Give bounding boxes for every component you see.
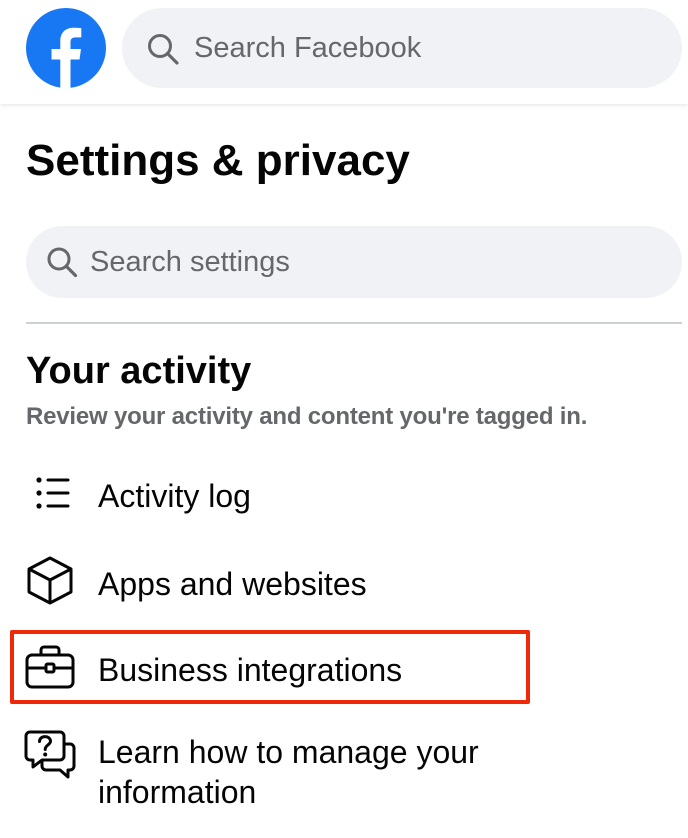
menu-item-label: Apps and websites (98, 566, 367, 602)
menu-item-learn-manage-information[interactable]: Learn how to manage your information (22, 728, 662, 814)
question-chat-icon (24, 730, 76, 779)
facebook-logo-icon[interactable] (26, 8, 106, 88)
search-icon (47, 247, 78, 278)
section-subtitle: Review your activity and content you're … (26, 403, 588, 430)
page-title: Settings & privacy (26, 136, 410, 185)
list-icon (36, 477, 70, 509)
menu-item-apps-and-websites[interactable]: Apps and websites (22, 554, 662, 610)
top-navigation-bar (0, 0, 688, 104)
section-divider (26, 322, 682, 324)
menu-item-business-integrations[interactable]: Business integrations (22, 640, 662, 696)
section-title: Your activity (26, 350, 252, 392)
menu-item-label: Business integrations (98, 652, 403, 688)
cube-icon (27, 556, 73, 605)
settings-search-input[interactable] (90, 240, 660, 284)
facebook-search-bar[interactable] (122, 8, 682, 88)
facebook-search-input[interactable] (194, 26, 654, 70)
briefcase-icon (25, 645, 75, 689)
menu-item-label: Activity log (98, 478, 251, 514)
menu-item-label: Learn how to manage your information (98, 734, 479, 810)
menu-item-activity-log[interactable]: Activity log (22, 468, 662, 524)
settings-search-bar[interactable] (26, 226, 682, 298)
search-icon (148, 34, 179, 65)
